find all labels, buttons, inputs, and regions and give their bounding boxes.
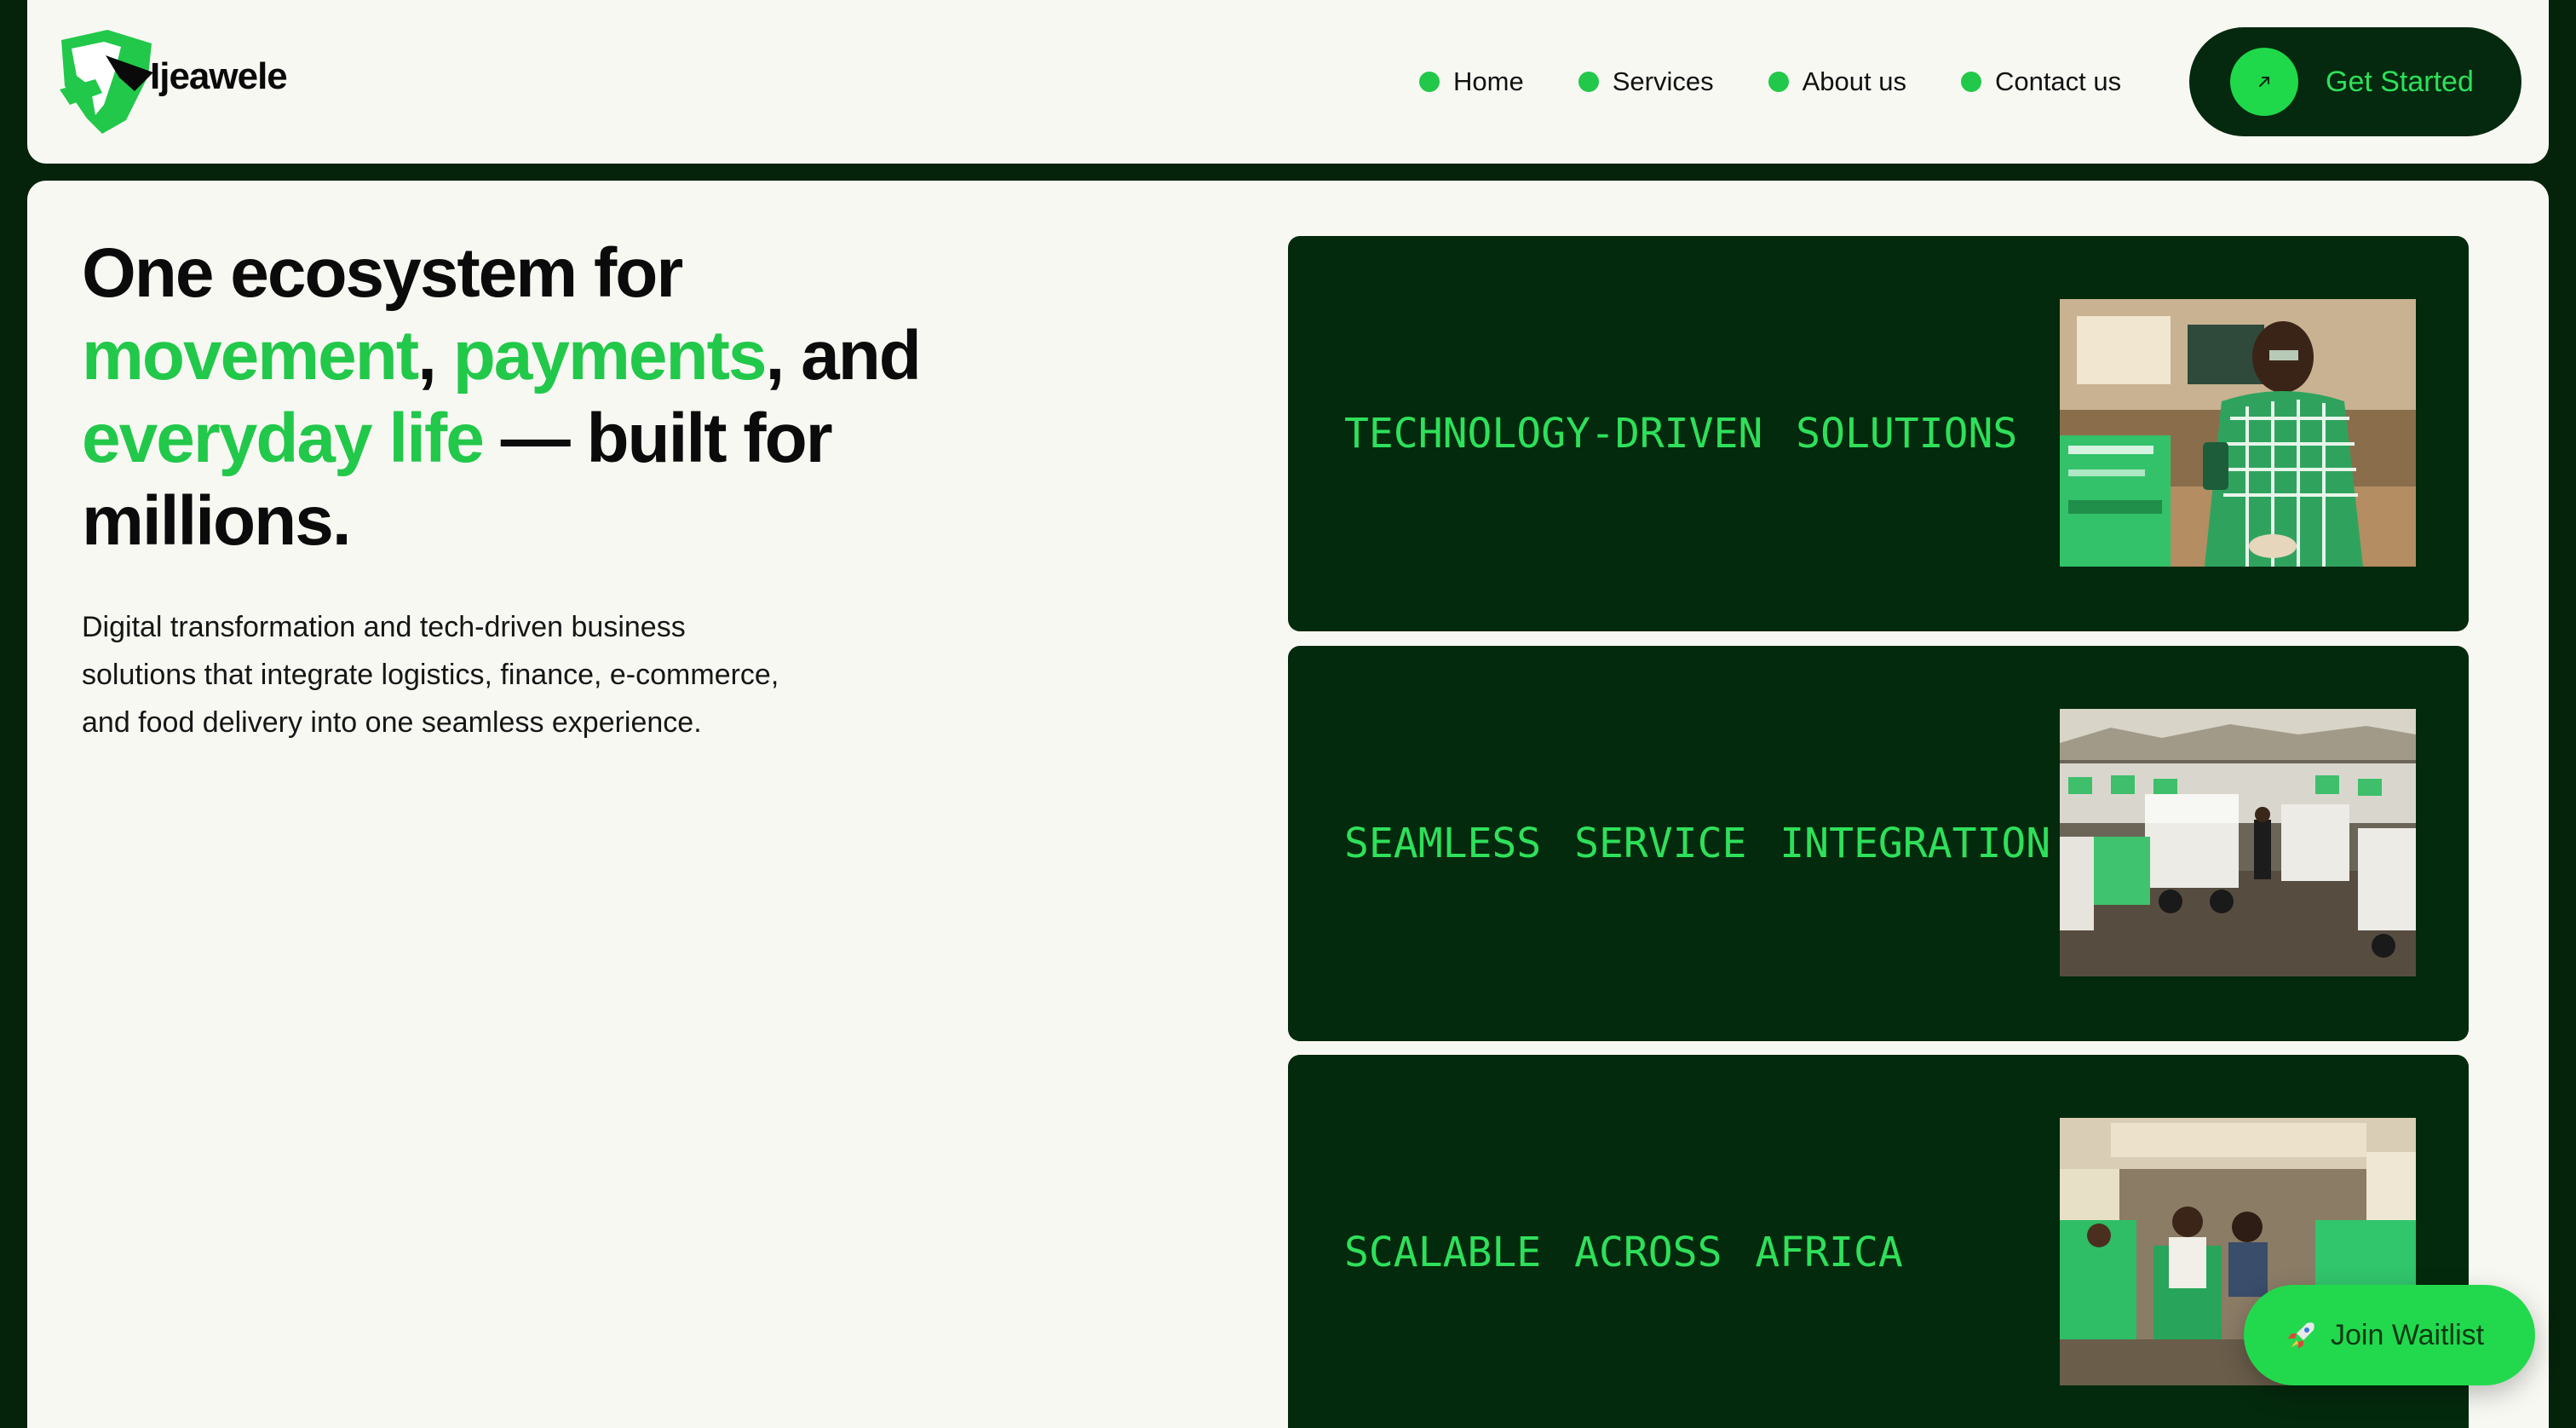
- nav-item-about[interactable]: About us: [1768, 66, 1906, 97]
- page: Ijeawele Home Services About us Contact …: [0, 0, 2576, 1428]
- join-waitlist-button[interactable]: Join Waitlist: [2244, 1285, 2535, 1385]
- get-started-button[interactable]: Get Started: [2189, 27, 2521, 136]
- headline-and: , and: [765, 317, 922, 394]
- arrow-up-right-icon: [2259, 77, 2269, 87]
- card-photo-fleet: [2060, 709, 2416, 976]
- hero-description: Digital transformation and tech-driven b…: [82, 611, 779, 739]
- highlight-payments: payments: [452, 317, 768, 394]
- bullet-dot-icon: [1419, 72, 1440, 92]
- bullet-dot-icon: [1768, 72, 1789, 92]
- photo-illustration: [2060, 709, 2416, 976]
- logo-mark-icon: [60, 30, 153, 134]
- bullet-dot-icon: [1960, 72, 1981, 92]
- site-header: Ijeawele Home Services About us Contact …: [27, 0, 2549, 164]
- logo[interactable]: Ijeawele: [53, 26, 288, 136]
- headline-millions: millions.: [82, 482, 352, 560]
- join-waitlist-label: Join Waitlist: [2331, 1318, 2485, 1351]
- nav-item-label: About us: [1802, 66, 1906, 96]
- nav-item-label: Services: [1612, 66, 1714, 96]
- main-nav: Home Services About us Contact us: [1419, 56, 2176, 107]
- card-photo-man-with-phone: [2060, 299, 2416, 567]
- cta-icon-circle: [2230, 48, 2298, 116]
- hero-headline: One ecosystem for movement, payments, and…: [82, 232, 1019, 562]
- card-technology-driven: TECHNOLOGY-DRIVEN SOLUTIONS: [1288, 236, 2469, 631]
- nav-item-label: Home: [1453, 66, 1524, 96]
- highlight-movement: movement: [82, 317, 419, 394]
- bullet-dot-icon: [1578, 72, 1599, 92]
- nav-item-home[interactable]: Home: [1419, 66, 1524, 97]
- headline-comma: ,: [417, 317, 437, 394]
- get-started-label: Get Started: [2326, 65, 2474, 98]
- rocket-icon: [2288, 1322, 2314, 1349]
- card-title: SEAMLESS SERVICE INTEGRATION: [1344, 820, 2051, 867]
- nav-item-services[interactable]: Services: [1578, 66, 1714, 97]
- logo-wordmark: Ijeawele: [150, 55, 288, 97]
- highlight-everyday-life: everyday life: [82, 400, 485, 477]
- card-seamless-integration: SEAMLESS SERVICE INTEGRATION: [1288, 646, 2469, 1041]
- card-title: TECHNOLOGY-DRIVEN SOLUTIONS: [1344, 410, 2018, 458]
- nav-item-label: Contact us: [1994, 66, 2122, 96]
- photo-illustration: [2060, 299, 2416, 567]
- nav-item-contact[interactable]: Contact us: [1960, 66, 2122, 97]
- headline-built-for: — built for: [500, 400, 833, 477]
- card-title: SCALABLE ACROSS AFRICA: [1344, 1229, 1903, 1276]
- headline-line-1: One ecosystem for: [82, 234, 683, 312]
